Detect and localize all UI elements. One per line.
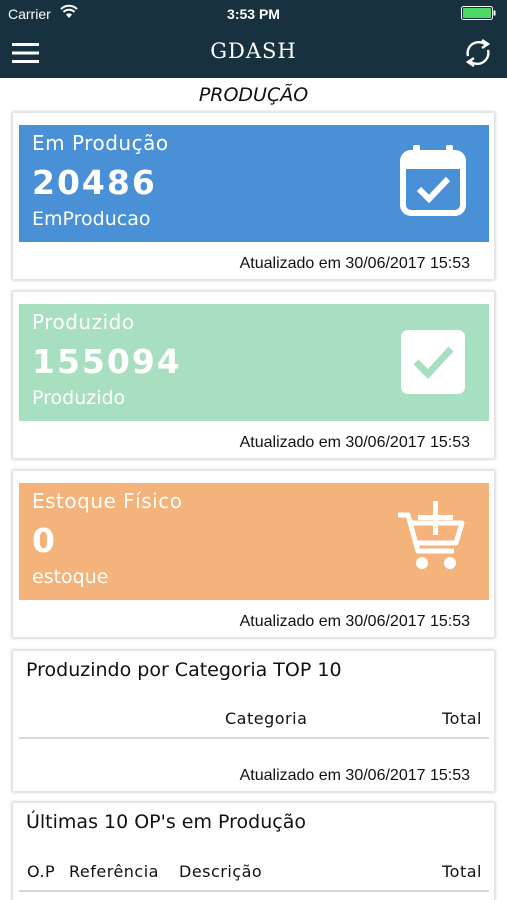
app-title: GDASH <box>210 39 297 63</box>
ultimas-op-card: Últimas 10 OP's em Produção O.P Referênc… <box>12 802 495 900</box>
divider <box>19 890 489 892</box>
category-top10-card: Produzindo por Categoria TOP 10 Categori… <box>12 650 495 792</box>
column-header-categoria: Categoria <box>225 709 308 728</box>
produzido-card[interactable]: Produzido 155094 Produzido Atualizado em… <box>12 291 495 459</box>
status-bar: Carrier 3:53 PM <box>0 0 507 28</box>
column-header-op: O.P <box>27 862 56 881</box>
column-header-referencia: Referência <box>69 862 159 881</box>
estoque-tile[interactable]: Estoque Físico 0 estoque <box>19 483 489 600</box>
battery-icon <box>461 6 496 20</box>
divider <box>19 737 489 739</box>
column-header-total: Total <box>442 862 482 881</box>
tile-title: Em Produção <box>32 131 169 155</box>
refresh-icon[interactable] <box>461 36 495 70</box>
updated-timestamp: Atualizado em 30/06/2017 15:53 <box>239 613 470 630</box>
cart-add-icon <box>398 501 465 569</box>
tile-title: Produzido <box>32 310 135 334</box>
hamburger-menu-icon[interactable] <box>12 40 40 66</box>
em-producao-tile[interactable]: Em Produção 20486 EmProducao <box>19 125 489 242</box>
card-title: Produzindo por Categoria TOP 10 <box>26 659 342 681</box>
tile-value: 155094 <box>32 342 182 381</box>
status-time: 3:53 PM <box>227 6 280 22</box>
em-producao-card[interactable]: Em Produção 20486 EmProducao Atualizado … <box>12 112 495 280</box>
estoque-card[interactable]: Estoque Físico 0 estoque Atualizado em 3… <box>12 470 495 638</box>
tile-subtitle: Produzido <box>32 387 126 409</box>
section-title: PRODUÇÃO <box>198 84 309 106</box>
checkbox-icon <box>401 330 465 394</box>
updated-timestamp: Atualizado em 30/06/2017 15:53 <box>239 255 470 272</box>
produzido-tile[interactable]: Produzido 155094 Produzido <box>19 304 489 421</box>
calendar-check-icon <box>400 145 466 216</box>
nav-bar: GDASH <box>0 28 507 78</box>
card-title: Últimas 10 OP's em Produção <box>26 811 306 833</box>
updated-timestamp: Atualizado em 30/06/2017 15:53 <box>239 434 470 451</box>
tile-subtitle: estoque <box>32 566 109 588</box>
tile-title: Estoque Físico <box>32 489 183 513</box>
tile-value: 20486 <box>32 163 157 202</box>
tile-value: 0 <box>32 521 57 560</box>
column-header-total: Total <box>442 709 482 728</box>
updated-timestamp: Atualizado em 30/06/2017 15:53 <box>239 767 470 784</box>
column-header-descricao: Descrição <box>179 862 263 881</box>
tile-subtitle: EmProducao <box>32 208 151 230</box>
